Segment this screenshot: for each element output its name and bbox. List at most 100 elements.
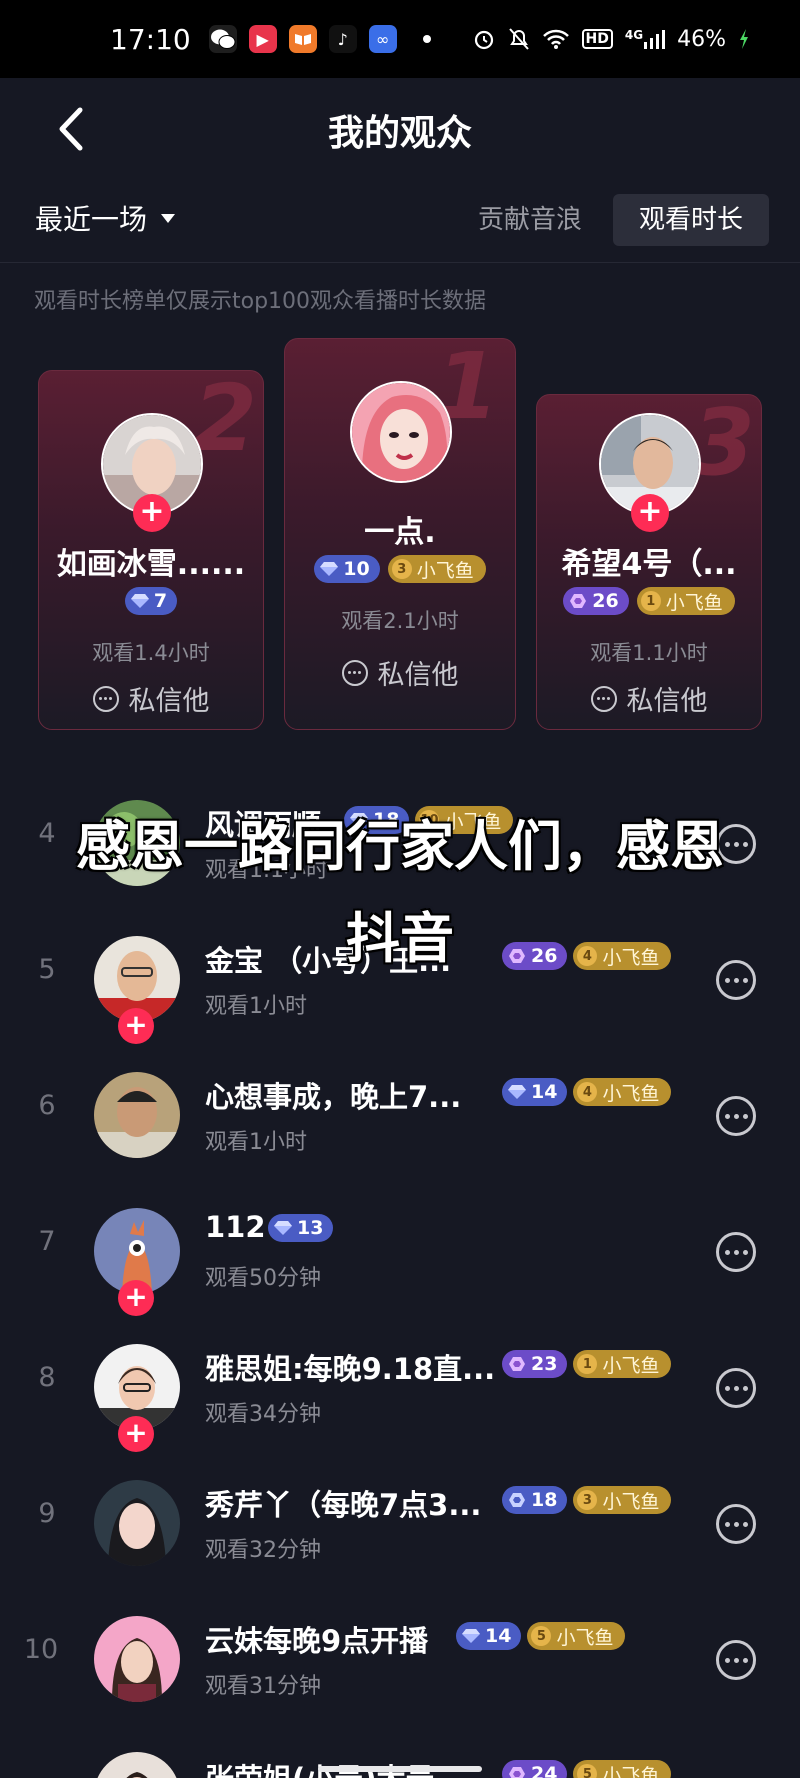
fan-badge: 1 小飞鱼 bbox=[636, 587, 735, 615]
badge-group: 24 5 小飞鱼 bbox=[502, 1760, 672, 1778]
charging-icon bbox=[738, 28, 750, 50]
badge-group: 14 5 小飞鱼 bbox=[456, 1622, 626, 1650]
fan-badge: 3 小飞鱼 bbox=[387, 555, 486, 583]
list-item[interactable]: 10 云妹每晚9点开播 14 5 小飞鱼 观看31分钟 bbox=[0, 1588, 800, 1724]
rank-number: 9 bbox=[38, 1498, 56, 1529]
overlay-line-1: 感恩一路同行家人们，感恩 bbox=[76, 814, 724, 878]
chat-icon[interactable] bbox=[716, 1096, 756, 1136]
fan-level: 4 bbox=[577, 1082, 598, 1102]
rank-number: 3 bbox=[690, 394, 755, 496]
badge-group: 7 bbox=[39, 587, 263, 615]
fan-label: 小飞鱼 bbox=[602, 1082, 660, 1105]
period-dropdown[interactable]: 最近一场 bbox=[35, 198, 176, 238]
hexagon-gem-icon bbox=[509, 1767, 525, 1778]
tab-watch-time[interactable]: 观看时长 bbox=[613, 194, 770, 246]
diamond-icon bbox=[130, 594, 149, 608]
book-icon bbox=[288, 25, 317, 53]
message-label: 私信他 bbox=[377, 660, 459, 691]
overlay-caption: 感恩一路同行家人们，感恩 抖音 bbox=[30, 800, 770, 984]
list-item[interactable]: 8 + 雅思姐:每晚9.18直... 23 1 小飞鱼 观看34分钟 bbox=[0, 1316, 800, 1452]
fan-label: 小飞鱼 bbox=[416, 559, 474, 582]
home-indicator[interactable] bbox=[318, 1766, 482, 1772]
level-badge: 23 bbox=[502, 1350, 568, 1378]
rank-number: 6 bbox=[38, 1090, 56, 1121]
rank-number: 7 bbox=[38, 1226, 56, 1257]
viewer-name: 秀芹丫（每晚7点3... bbox=[205, 1488, 482, 1522]
fan-level: 3 bbox=[577, 1490, 598, 1510]
podium-card-second[interactable]: 2 + 如画冰雪...... 7 观看1.4小时 私信他 bbox=[38, 370, 264, 730]
follow-button[interactable]: + bbox=[631, 494, 669, 532]
avatar[interactable] bbox=[350, 381, 452, 483]
avatar[interactable] bbox=[94, 1616, 180, 1702]
level-number: 23 bbox=[531, 1353, 558, 1375]
alarm-icon bbox=[472, 27, 496, 51]
fan-level: 5 bbox=[531, 1626, 552, 1646]
podium-name: 一点. bbox=[364, 515, 436, 550]
podium-name: 如画冰雪...... bbox=[56, 547, 246, 582]
infinity-icon: ∞ bbox=[368, 25, 397, 53]
status-bar: 17:10 ▶ ♪ ∞ HD 4G 46% bbox=[0, 0, 800, 78]
avatar[interactable] bbox=[94, 1072, 180, 1158]
battery-percent: 46% bbox=[677, 26, 726, 52]
period-label: 最近一场 bbox=[35, 203, 148, 236]
badge-group: 10 3 小飞鱼 bbox=[285, 555, 515, 583]
follow-button[interactable]: + bbox=[118, 1008, 154, 1044]
list-item[interactable]: 7 + 112 13 观看50分钟 bbox=[0, 1180, 800, 1316]
podium-name: 希望4号（... bbox=[561, 547, 737, 582]
list-item[interactable]: 9 秀芹丫（每晚7点3... 18 3 小飞鱼 观看32分钟 bbox=[0, 1452, 800, 1588]
tiktok-icon: ♪ bbox=[328, 25, 357, 53]
mute-icon bbox=[508, 27, 530, 51]
hexagon-gem-icon bbox=[509, 1493, 525, 1507]
follow-button[interactable]: + bbox=[133, 494, 171, 532]
level-badge: 13 bbox=[268, 1214, 334, 1242]
message-button[interactable]: 私信他 bbox=[285, 653, 515, 692]
diamond-icon bbox=[508, 1085, 526, 1099]
badge-group: 23 1 小飞鱼 bbox=[502, 1350, 672, 1378]
level-badge: 7 bbox=[124, 587, 178, 615]
list-item[interactable]: 6 心想事成，晚上7... 14 4 小飞鱼 观看1小时 bbox=[0, 1044, 800, 1180]
fan-level: 1 bbox=[577, 1354, 598, 1374]
level-number: 26 bbox=[592, 590, 619, 612]
fan-badge: 5 小飞鱼 bbox=[527, 1622, 626, 1650]
tab-contribution[interactable]: 贡献音浪 bbox=[452, 194, 608, 246]
level-badge: 18 bbox=[502, 1486, 568, 1514]
level-badge: 14 bbox=[502, 1078, 568, 1106]
chat-icon[interactable] bbox=[716, 1504, 756, 1544]
badge-group: 13 bbox=[268, 1214, 334, 1242]
level-number: 10 bbox=[343, 558, 370, 580]
fan-level: 1 bbox=[640, 591, 661, 611]
fan-badge: 4 小飞鱼 bbox=[573, 1078, 672, 1106]
avatar[interactable] bbox=[94, 1480, 180, 1566]
message-label: 私信他 bbox=[128, 686, 210, 717]
level-number: 18 bbox=[531, 1489, 558, 1511]
watch-time: 观看2.1小时 bbox=[341, 609, 459, 633]
chat-icon[interactable] bbox=[716, 1368, 756, 1408]
follow-button[interactable]: + bbox=[118, 1416, 154, 1452]
chat-icon bbox=[92, 685, 119, 712]
follow-button[interactable]: + bbox=[118, 1280, 154, 1316]
wifi-icon bbox=[542, 28, 570, 50]
fan-badge: 5 小飞鱼 bbox=[573, 1760, 672, 1778]
message-button[interactable]: 私信他 bbox=[39, 679, 263, 718]
watch-time: 观看1.1小时 bbox=[590, 641, 708, 665]
podium-card-first[interactable]: 1 一点. 10 3 小飞鱼 观看2.1小时 私信他 bbox=[284, 338, 516, 730]
level-badge: 14 bbox=[456, 1622, 522, 1650]
hexagon-gem-icon bbox=[570, 594, 587, 608]
level-number: 14 bbox=[485, 1625, 512, 1647]
chat-icon bbox=[341, 659, 368, 686]
avatar[interactable] bbox=[94, 1752, 180, 1778]
watch-time: 观看1小时 bbox=[205, 1130, 307, 1155]
level-number: 14 bbox=[531, 1081, 558, 1103]
chat-icon[interactable] bbox=[716, 1640, 756, 1680]
badge-group: 14 4 小飞鱼 bbox=[502, 1078, 672, 1106]
page-title: 我的观众 bbox=[327, 113, 472, 154]
podium-card-third[interactable]: 3 + 希望4号（... 26 1 小飞鱼 观看1.1小时 私信他 bbox=[536, 394, 762, 730]
overlay-line-2: 抖音 bbox=[346, 906, 454, 970]
hd-icon: HD bbox=[581, 29, 613, 49]
message-button[interactable]: 私信他 bbox=[537, 679, 761, 718]
page-header: 我的观众 bbox=[0, 78, 800, 178]
chat-icon[interactable] bbox=[716, 1232, 756, 1272]
level-number: 7 bbox=[153, 590, 168, 612]
caret-down-icon bbox=[161, 213, 176, 223]
diamond-icon bbox=[320, 562, 339, 576]
